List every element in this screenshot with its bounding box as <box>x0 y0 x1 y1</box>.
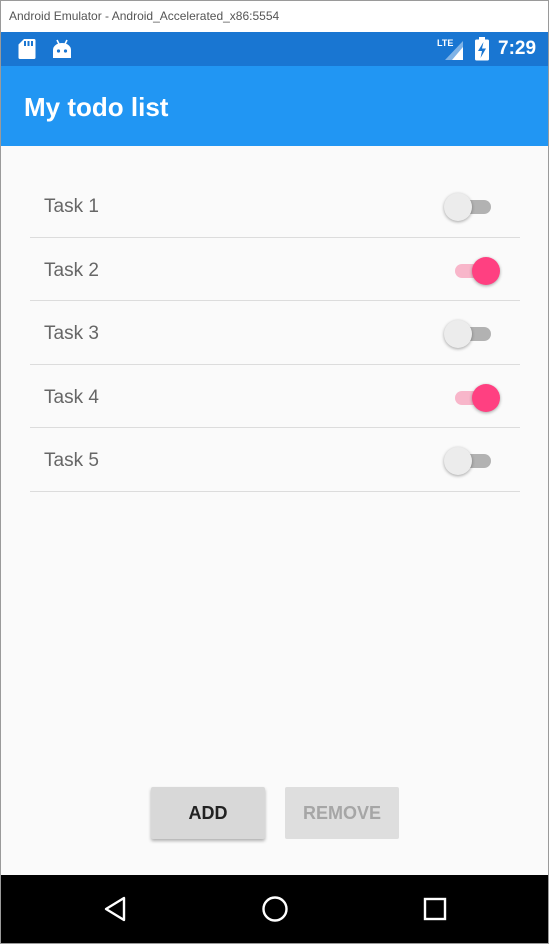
switch-thumb <box>444 447 472 475</box>
status-time: 7:29 <box>498 38 537 59</box>
recents-icon[interactable] <box>419 893 451 925</box>
back-icon[interactable] <box>100 893 132 925</box>
sd-card-icon <box>18 38 36 65</box>
task-done-switch[interactable] <box>444 383 502 412</box>
task-done-switch[interactable] <box>444 256 502 285</box>
task-row[interactable]: Task 2 <box>30 238 520 301</box>
android-nav-bar <box>1 875 548 943</box>
task-label: Task 1 <box>44 196 99 217</box>
task-label: Task 5 <box>44 450 99 471</box>
window-titlebar[interactable]: Android Emulator - Android_Accelerated_x… <box>1 1 548 32</box>
task-label: Task 2 <box>44 259 99 281</box>
task-done-switch[interactable] <box>444 193 502 221</box>
app-bar: My todo list <box>1 66 548 146</box>
task-done-switch[interactable] <box>444 447 502 475</box>
emulator-window: Android Emulator - Android_Accelerated_x… <box>0 0 549 944</box>
task-row[interactable]: Task 5 <box>30 428 520 492</box>
task-label: Task 4 <box>44 386 99 408</box>
lte-signal-icon: LTE <box>437 37 465 66</box>
switch-thumb <box>444 320 472 348</box>
window-title: Android Emulator - Android_Accelerated_x… <box>9 9 280 23</box>
app-title: My todo list <box>24 92 169 122</box>
task-label: Task 3 <box>44 323 99 344</box>
add-button[interactable]: ADD <box>151 787 265 839</box>
task-row[interactable]: Task 1 <box>30 174 520 238</box>
network-label: LTE <box>437 38 453 48</box>
remove-button[interactable]: REMOVE <box>285 787 399 839</box>
task-list: Task 1 Task 2 Task 3 Task 4 Task 5 <box>30 174 520 492</box>
android-icon <box>52 38 72 65</box>
task-done-switch[interactable] <box>444 320 502 348</box>
switch-thumb <box>444 193 472 221</box>
task-row[interactable]: Task 4 <box>30 365 520 428</box>
task-row[interactable]: Task 3 <box>30 301 520 365</box>
android-status-bar: LTE 7:29 <box>1 32 548 66</box>
switch-thumb <box>472 383 500 412</box>
home-icon[interactable] <box>259 893 291 925</box>
battery-charging-icon <box>474 37 490 66</box>
switch-thumb <box>472 256 500 285</box>
